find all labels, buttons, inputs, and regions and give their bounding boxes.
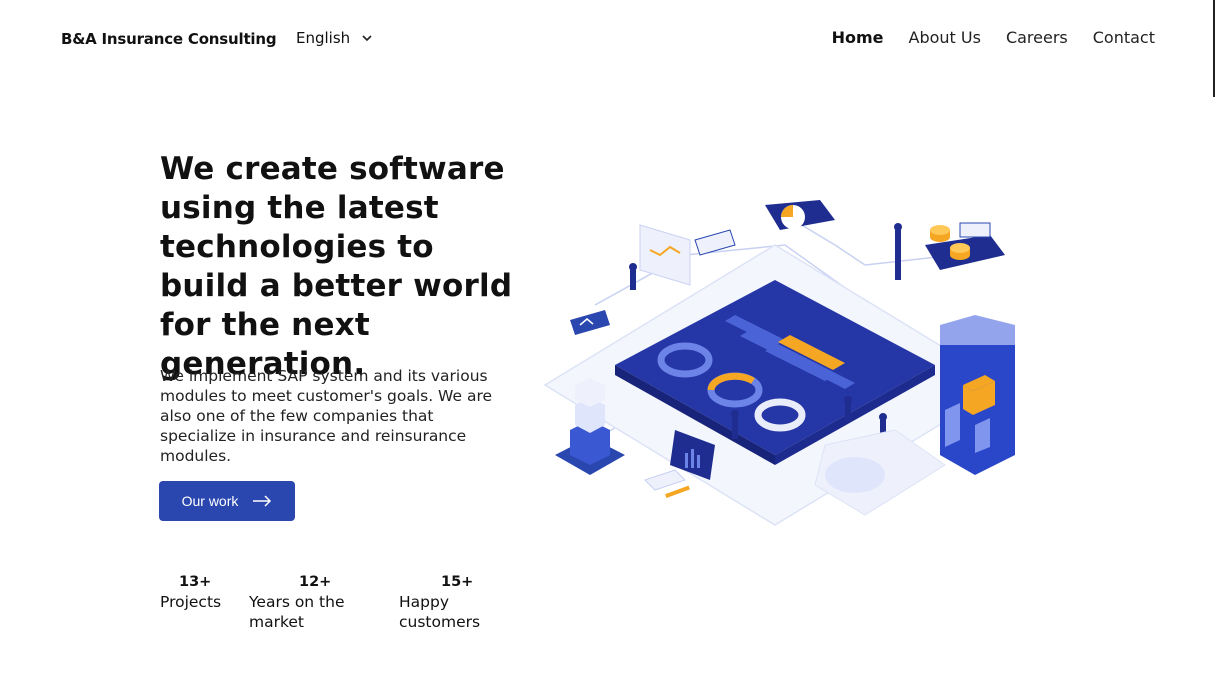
- scrollbar[interactable]: [1208, 0, 1216, 683]
- stat-value: 13+: [179, 574, 212, 590]
- chevron-down-icon: [362, 32, 372, 45]
- our-work-button[interactable]: Our work: [159, 481, 295, 521]
- our-work-label: Our work: [181, 493, 239, 509]
- nav-careers[interactable]: Careers: [1006, 28, 1068, 47]
- stat-projects: 13+ Projects: [160, 572, 240, 612]
- stat-label: Years on the market: [249, 593, 345, 631]
- language-selector[interactable]: English: [296, 29, 372, 47]
- hero-description: We implement SAP system and its various …: [160, 367, 493, 465]
- main-nav: Home About Us Careers Contact: [832, 28, 1155, 47]
- nav-home[interactable]: Home: [832, 28, 884, 47]
- stat-value: 15+: [441, 574, 474, 590]
- stat-label: Happy customers: [399, 593, 481, 631]
- hero-title: We create software using the latest tech…: [160, 151, 513, 382]
- site-header: B&A Insurance Consulting English Home Ab…: [0, 0, 1216, 97]
- brand-logo[interactable]: B&A Insurance Consulting: [61, 30, 277, 48]
- stat-label: Projects: [160, 593, 222, 611]
- nav-about-us[interactable]: About Us: [909, 28, 981, 47]
- arrow-right-icon: [252, 492, 272, 510]
- stat-customers: 15+ Happy customers: [399, 572, 499, 632]
- scrollbar-thumb[interactable]: [1213, 0, 1215, 97]
- language-label: English: [296, 29, 351, 47]
- stat-value: 12+: [299, 574, 332, 590]
- stat-years: 12+ Years on the market: [249, 572, 369, 632]
- hero-illustration: [535, 185, 1020, 540]
- nav-contact[interactable]: Contact: [1093, 28, 1155, 47]
